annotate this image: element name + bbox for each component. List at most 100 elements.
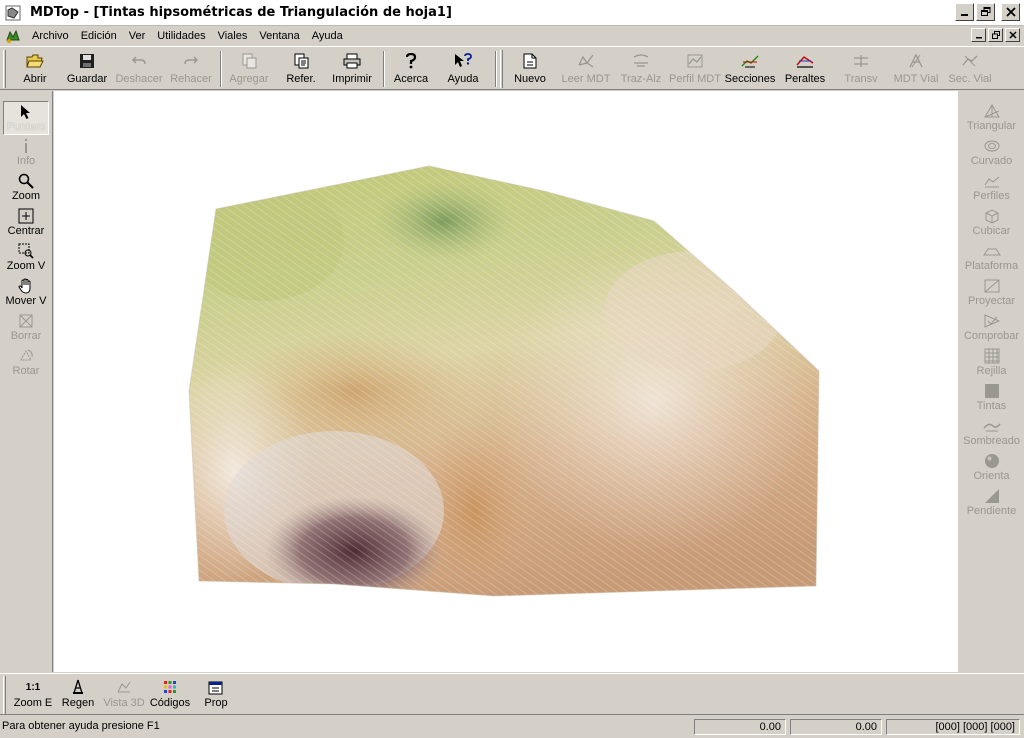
about-label: Acerca [393,73,429,85]
new-button[interactable]: Nuevo [510,50,550,88]
drawing-canvas[interactable] [54,91,957,672]
transversal-button[interactable]: Transv [840,50,882,88]
hypsometric-tint-map [188,165,820,597]
menu-ver[interactable]: Ver [123,30,152,42]
orientation-button[interactable]: Orienta [958,451,1024,485]
right-toolbar: Triangular Curvado Perfiles Cubicar Plat… [957,91,1024,672]
open-folder-icon [26,52,44,70]
read-mdt-button[interactable]: Leer MDT [559,50,613,88]
shading-label: Sombreado [963,435,1020,447]
project-label: Proyectar [967,295,1016,307]
codes-button[interactable]: Códigos [148,679,192,713]
pointer-tool[interactable]: Puntero [3,101,49,135]
title-bar[interactable]: MDTop - [Tintas hipsométricas de Triangu… [0,0,1024,26]
profiles-button[interactable]: Perfiles [958,171,1024,205]
reference-label: Refer. [286,73,316,85]
pointer-arrow-icon [17,103,35,121]
minimize-button[interactable] [955,3,974,21]
menu-edicion[interactable]: Edición [75,30,123,42]
document-system-icon[interactable] [4,28,22,44]
reference-button[interactable]: Refer. [281,50,321,88]
triangulate-button[interactable]: Triangular [958,101,1024,135]
erase-tool[interactable]: Borrar [3,311,49,345]
codes-label: Códigos [149,697,191,709]
save-button[interactable]: Guardar [62,50,112,88]
help-button[interactable]: Ayuda [442,50,484,88]
platform-button[interactable]: Plataforma [958,241,1024,275]
check-button[interactable]: Comprobar [958,311,1024,345]
view-3d-button[interactable]: Vista 3D [102,679,146,713]
zoom-scale-button[interactable]: 1:1 Zoom E [12,679,54,713]
mdt-road-button[interactable]: MDT Vial [890,50,942,88]
toolbar-grip[interactable] [3,676,6,714]
trace-elevation-button[interactable]: Traz-Alz [618,50,664,88]
open-button[interactable]: Abrir [14,50,56,88]
properties-button[interactable]: Prop [198,679,234,713]
superelevation-button[interactable]: Peraltes [782,50,828,88]
undo-button[interactable]: Deshacer [115,50,163,88]
tints-button[interactable]: Tintas [958,381,1024,415]
regen-button[interactable]: Regen [58,679,98,713]
grid-icon [983,347,1001,365]
properties-icon [207,679,225,695]
doc-restore-button[interactable] [988,28,1003,42]
road-section-label: Sec. Vial [948,73,992,85]
center-tool[interactable]: Centrar [3,206,49,240]
superelevation-label: Peraltes [784,73,826,85]
trace-elevation-label: Traz-Alz [620,73,662,85]
help-label: Ayuda [447,73,479,85]
menu-utilidades[interactable]: Utilidades [151,30,211,42]
toolbar-separator [220,51,222,87]
rotate-label: Rotar [12,365,40,377]
slope-button[interactable]: Pendiente [958,486,1024,520]
restore-button[interactable] [976,3,995,21]
toolbar-grip[interactable] [3,50,6,88]
status-x-coordinate: 0.00 [694,719,786,735]
road-section-button[interactable]: Sec. Vial [946,50,994,88]
zoom-scale-label: Zoom E [13,697,53,709]
about-button[interactable]: Acerca [390,50,432,88]
menu-ventana[interactable]: Ventana [253,30,305,42]
grid-label: Rejilla [976,365,1007,377]
open-label: Abrir [23,73,47,85]
minimize-icon [960,14,968,16]
triangulate-icon [983,102,1001,120]
shading-button[interactable]: Sombreado [958,416,1024,450]
undo-label: Deshacer [115,73,163,85]
center-crosshair-icon [17,207,35,225]
profile-mdt-button[interactable]: Perfil MDT [667,50,723,88]
doc-minimize-button[interactable] [971,28,986,42]
zoom-window-tool[interactable]: Zoom V [3,241,49,275]
about-question-icon [402,52,420,70]
redo-button[interactable]: Rehacer [168,50,214,88]
redo-icon [182,52,200,70]
toolbar-separator [383,51,385,87]
pan-hand-icon [17,277,35,295]
grid-button[interactable]: Rejilla [958,346,1024,380]
doc-close-button[interactable] [1005,28,1020,42]
tints-label: Tintas [976,400,1007,412]
toolbar-grip[interactable] [500,50,503,88]
sections-button[interactable]: Secciones [724,50,776,88]
sections-icon [741,52,759,70]
project-button[interactable]: Proyectar [958,276,1024,310]
menu-archivo[interactable]: Archivo [26,30,75,42]
menu-viales[interactable]: Viales [212,30,254,42]
contour-button[interactable]: Curvado [958,136,1024,170]
zoom-label: Zoom [11,190,41,202]
rotate-tool[interactable]: Rotar [3,346,49,380]
pan-tool[interactable]: Mover V [3,276,49,310]
info-tool[interactable]: Info [3,136,49,170]
close-button[interactable] [1001,3,1020,21]
status-y-coordinate: 0.00 [790,719,882,735]
menu-ayuda[interactable]: Ayuda [306,30,349,42]
add-button[interactable]: Agregar [226,50,272,88]
volume-button[interactable]: Cubicar [958,206,1024,240]
bottom-toolbar: 1:1 Zoom E Regen Vista 3D Códigos Prop [0,673,1024,715]
print-button[interactable]: Imprimir [328,50,376,88]
save-label: Guardar [66,73,108,85]
volume-cube-icon [983,207,1001,225]
tints-square-icon [983,382,1001,400]
restore-icon [991,31,1000,39]
zoom-tool[interactable]: Zoom [3,171,49,205]
